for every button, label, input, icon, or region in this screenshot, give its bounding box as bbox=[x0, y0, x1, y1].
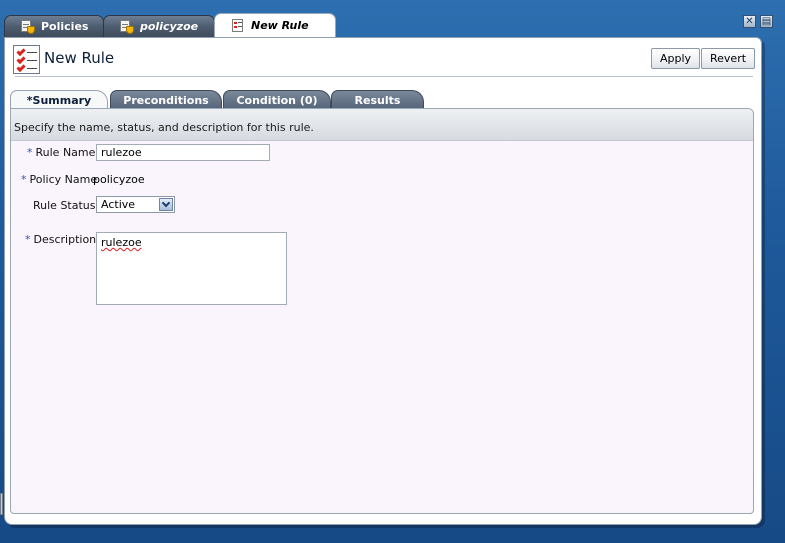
chevron-down-icon[interactable] bbox=[159, 198, 173, 211]
policy-name-label: * Policy Name bbox=[21, 173, 98, 186]
tab-preconditions[interactable]: Preconditions bbox=[110, 90, 222, 109]
doc-tab-policyzoe[interactable]: policyzoe bbox=[103, 15, 215, 37]
window-controls: ✕ ▤ bbox=[743, 15, 773, 28]
header-divider bbox=[15, 76, 753, 77]
doc-tab-label: New Rule bbox=[251, 19, 309, 32]
doc-tab-label: policyzoe bbox=[140, 20, 199, 33]
description-label: * Description bbox=[25, 233, 97, 246]
panel-header: New Rule Apply Revert bbox=[13, 44, 756, 74]
required-marker: * bbox=[25, 233, 31, 246]
document-tab-bar: Policies policyzoe New Rule bbox=[4, 13, 785, 37]
tab-summary[interactable]: *Summary bbox=[10, 90, 108, 110]
description-textarea[interactable]: rulezoe bbox=[96, 232, 287, 305]
tab-condition[interactable]: Condition (0) bbox=[223, 90, 331, 109]
rule-tab-bar: *Summary Preconditions Condition (0) Res… bbox=[10, 90, 750, 110]
rule-icon bbox=[13, 45, 40, 74]
description-value: rulezoe bbox=[101, 236, 142, 249]
rule-status-value: Active bbox=[101, 198, 136, 211]
rule-name-input[interactable] bbox=[96, 144, 270, 161]
page-title: New Rule bbox=[44, 49, 115, 67]
close-icon[interactable]: ✕ bbox=[743, 15, 756, 28]
required-marker: * bbox=[27, 146, 33, 159]
instruction-bar: Specify the name, status, and descriptio… bbox=[11, 109, 753, 141]
doc-tab-policies[interactable]: Policies bbox=[4, 15, 104, 37]
rule-editor-panel: New Rule Apply Revert *Summary Precondit… bbox=[4, 37, 762, 525]
rule-status-select[interactable]: Active bbox=[96, 196, 175, 213]
policy-icon bbox=[120, 20, 134, 34]
splitter-handle[interactable] bbox=[0, 493, 3, 515]
rule-name-label: * Rule Name bbox=[27, 146, 96, 159]
rule-status-label: Rule Status bbox=[33, 199, 96, 212]
apply-button[interactable]: Apply bbox=[651, 48, 701, 69]
policy-name-value: policyzoe bbox=[93, 173, 145, 186]
required-marker: * bbox=[21, 173, 27, 186]
revert-button[interactable]: Revert bbox=[701, 48, 756, 69]
policy-icon bbox=[21, 20, 35, 34]
summary-content: Specify the name, status, and descriptio… bbox=[10, 108, 754, 514]
doc-tab-label: Policies bbox=[41, 20, 89, 33]
detach-window-icon[interactable]: ▤ bbox=[760, 15, 773, 28]
tab-results[interactable]: Results bbox=[331, 90, 424, 109]
instruction-text: Specify the name, status, and descriptio… bbox=[14, 121, 314, 134]
doc-tab-new-rule[interactable]: New Rule bbox=[214, 13, 336, 37]
rule-icon bbox=[231, 19, 244, 32]
